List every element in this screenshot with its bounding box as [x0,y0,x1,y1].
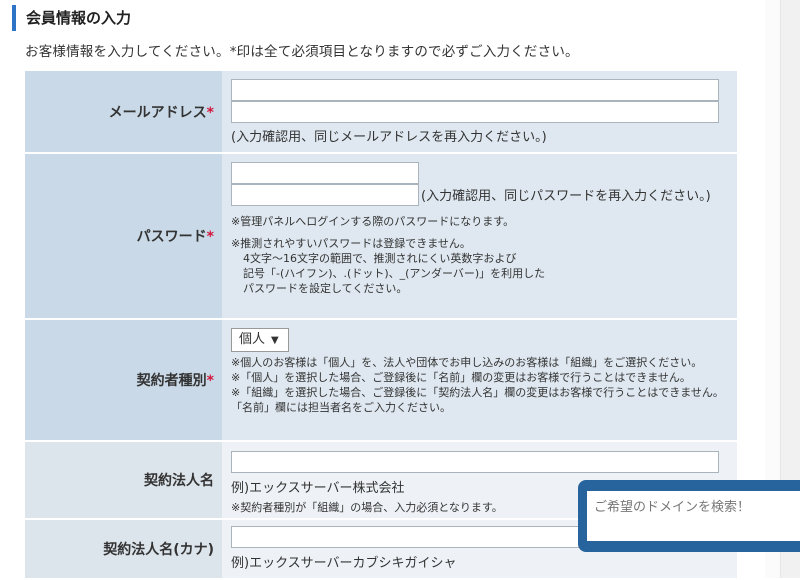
intro-text: お客様情報を入力してください。*印は全て必須項目となりますので必ずご入力ください… [25,44,579,60]
password-input[interactable] [231,162,419,184]
domain-search-placeholder: ご希望のドメインを検索！ [594,500,751,515]
contract-type-note-2: ※「個人」を選択した場合、ご登録後に「名前」欄の変更はお客様で行うことはできませ… [231,371,691,384]
contract-type-note-1: ※個人のお客様は「個人」を、法人や団体でお申し込みのお客様は「組織」をご選択くだ… [231,356,703,369]
password-note-2-line-4: パスワードを設定してください。 [243,282,408,295]
password-label: パスワード* [25,153,222,320]
contract-type-note-4: 「名前」欄には担当者名をご入力ください。 [231,401,451,414]
domain-search-widget: ご希望のドメインを検索！ [578,480,800,552]
form-row-contract-type: 契約者種別* 個人 ▼ ※個人のお客様は「個人」を、法人や団体でお申し込みのお客様… [25,319,737,442]
email-confirm-note: (入力確認用、同じメールアドレスを再入力ください。) [231,130,547,145]
required-mark: * [206,373,214,389]
contract-type-note-3: ※「組織」を選択した場合、ご登録後に「契約法人名」欄の変更はお客様で行うことはで… [231,386,724,399]
contract-type-label: 契約者種別* [25,319,222,442]
required-mark: * [206,104,214,121]
corp-name-label: 契約法人名 [25,441,222,520]
email-label: メールアドレス* [25,71,222,154]
password-note-2-line-1: ※推測されやすいパスワードは登録できません。 [231,237,471,250]
form-row-email: メールアドレス* (入力確認用、同じメールアドレスを再入力ください。) [25,71,737,154]
email-input[interactable] [231,79,719,101]
corp-name-kana-example: 例)エックスサーバーカブシキガイシャ [231,556,457,571]
form-row-password: パスワード* (入力確認用、同じパスワードを再入力ください。) ※管理パネルへロ… [25,153,737,320]
password-note-2-line-2: 4文字～16文字の範囲で、推測されにくい英数字および [243,252,517,265]
password-note-2-line-3: 記号「-(ハイフン)、.(ドット)、_(アンダーバー)」を利用した [243,267,546,280]
password-confirm-input[interactable] [231,184,419,206]
corp-name-input[interactable] [231,451,719,473]
email-confirm-input[interactable] [231,101,719,123]
dropdown-arrow-icon: ▼ [271,335,279,346]
section-title: 会員情報の入力 [12,5,131,31]
password-note-1: ※管理パネルへログインする際のパスワードになります。 [231,215,515,228]
corp-name-kana-label: 契約法人名(カナ) [25,519,222,580]
contract-type-select[interactable]: 個人 ▼ [231,328,289,352]
required-mark: * [206,229,214,245]
